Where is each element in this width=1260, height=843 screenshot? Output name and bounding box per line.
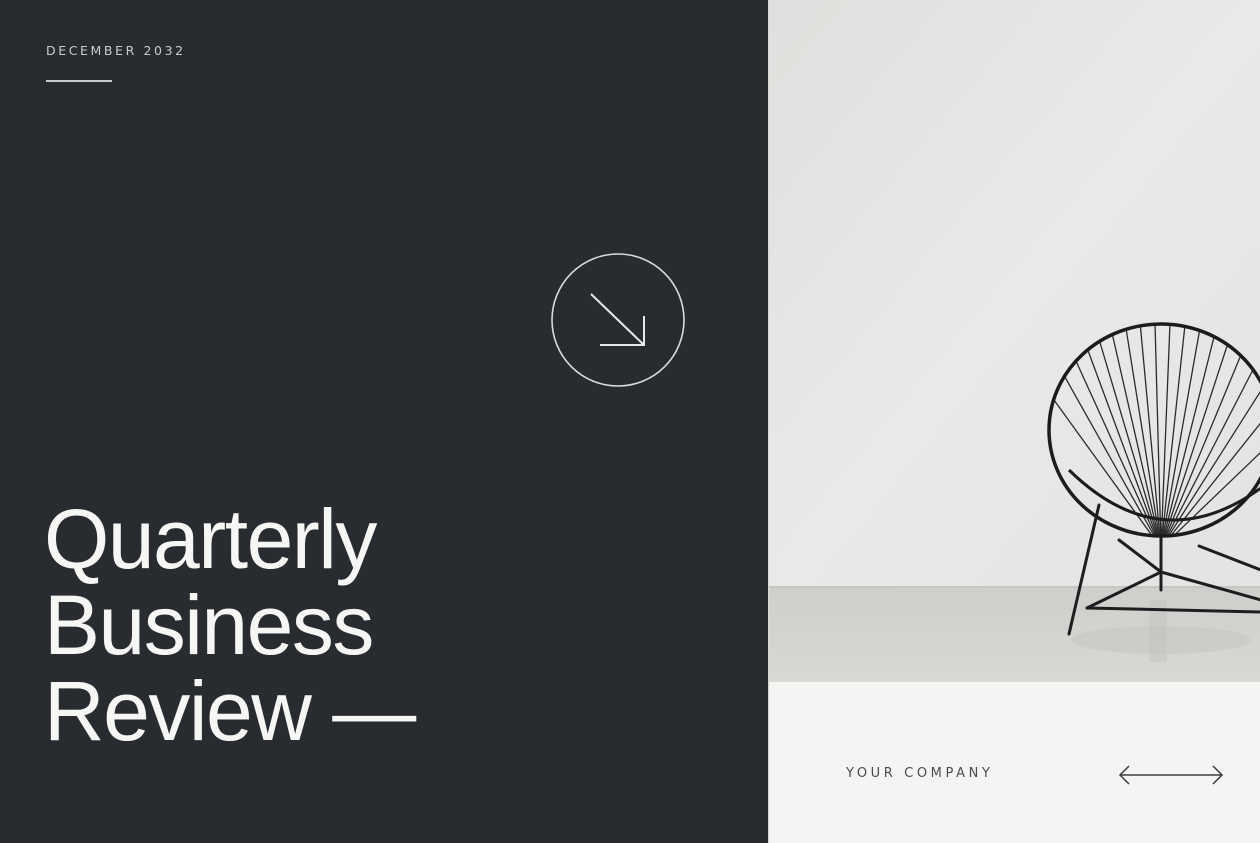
arrow-down-right-icon (551, 253, 685, 387)
title-line-2: Business (44, 578, 374, 672)
title-line-1: Quarterly (44, 492, 377, 586)
cover-title: Quarterly Business Review — (44, 492, 416, 758)
chair-photo (769, 0, 1260, 682)
date-underline (46, 80, 112, 82)
report-cover: DECEMBER 2032 Quarterly Business Review … (0, 0, 1260, 843)
title-line-3: Review — (44, 664, 416, 758)
date-label: DECEMBER 2032 (46, 43, 186, 58)
cover-photo-panel: YOUR COMPANY (768, 0, 1260, 843)
double-arrow-icon (1118, 765, 1224, 785)
company-name: YOUR COMPANY (846, 766, 994, 781)
cover-dark-panel: DECEMBER 2032 Quarterly Business Review … (0, 0, 768, 843)
